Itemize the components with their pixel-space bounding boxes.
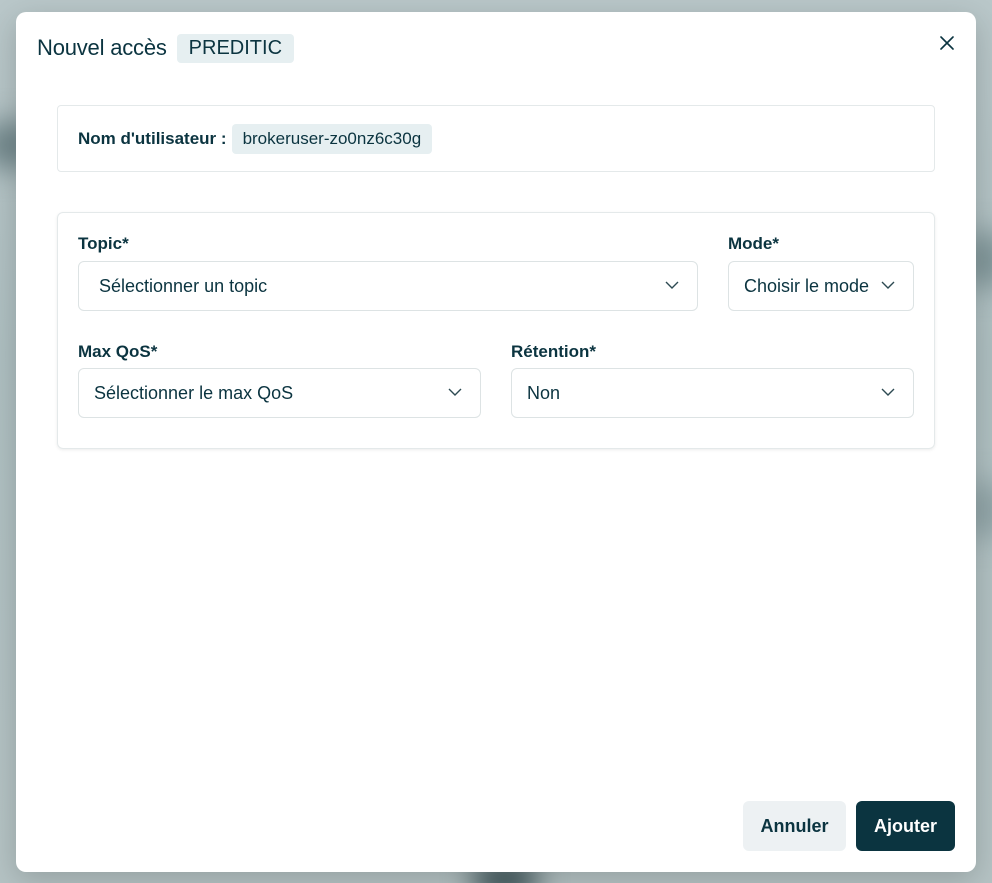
max-qos-select-placeholder: Sélectionner le max QoS <box>94 382 294 403</box>
chevron-down-icon <box>665 281 679 289</box>
mode-select-placeholder: Choisir le mode <box>744 275 870 296</box>
mode-label: Mode* <box>728 234 779 253</box>
close-icon <box>940 36 954 50</box>
cancel-button[interactable]: Annuler <box>743 801 846 851</box>
topic-select-placeholder: Sélectionner un topic <box>99 275 268 296</box>
username-box: Nom d'utilisateur : brokeruser-zo0nz6c30… <box>57 105 935 172</box>
retention-select-value: Non <box>527 382 561 403</box>
username-label: Nom d'utilisateur : <box>78 128 227 148</box>
access-form: Topic* Sélectionner un topic Mode* Chois… <box>57 212 935 449</box>
topic-label: Topic* <box>78 234 129 253</box>
mode-select[interactable]: Choisir le mode <box>728 261 914 311</box>
modal-title: Nouvel accès <box>37 35 167 60</box>
modal-header: Nouvel accès PREDITIC <box>37 33 955 63</box>
project-badge: PREDITIC <box>176 33 295 63</box>
add-button[interactable]: Ajouter <box>856 801 955 851</box>
chevron-down-icon <box>448 388 462 396</box>
retention-select[interactable]: Non <box>511 368 914 418</box>
chevron-down-icon <box>881 388 895 396</box>
max-qos-label: Max QoS* <box>78 342 158 361</box>
chevron-down-icon <box>881 281 895 289</box>
topic-select[interactable]: Sélectionner un topic <box>78 261 698 311</box>
retention-label: Rétention* <box>511 342 596 361</box>
username-value: brokeruser-zo0nz6c30g <box>231 123 433 154</box>
new-access-modal: Nouvel accès PREDITIC Nom d'utilisateur … <box>16 12 976 872</box>
max-qos-select[interactable]: Sélectionner le max QoS <box>78 368 481 418</box>
close-button[interactable] <box>936 32 958 54</box>
